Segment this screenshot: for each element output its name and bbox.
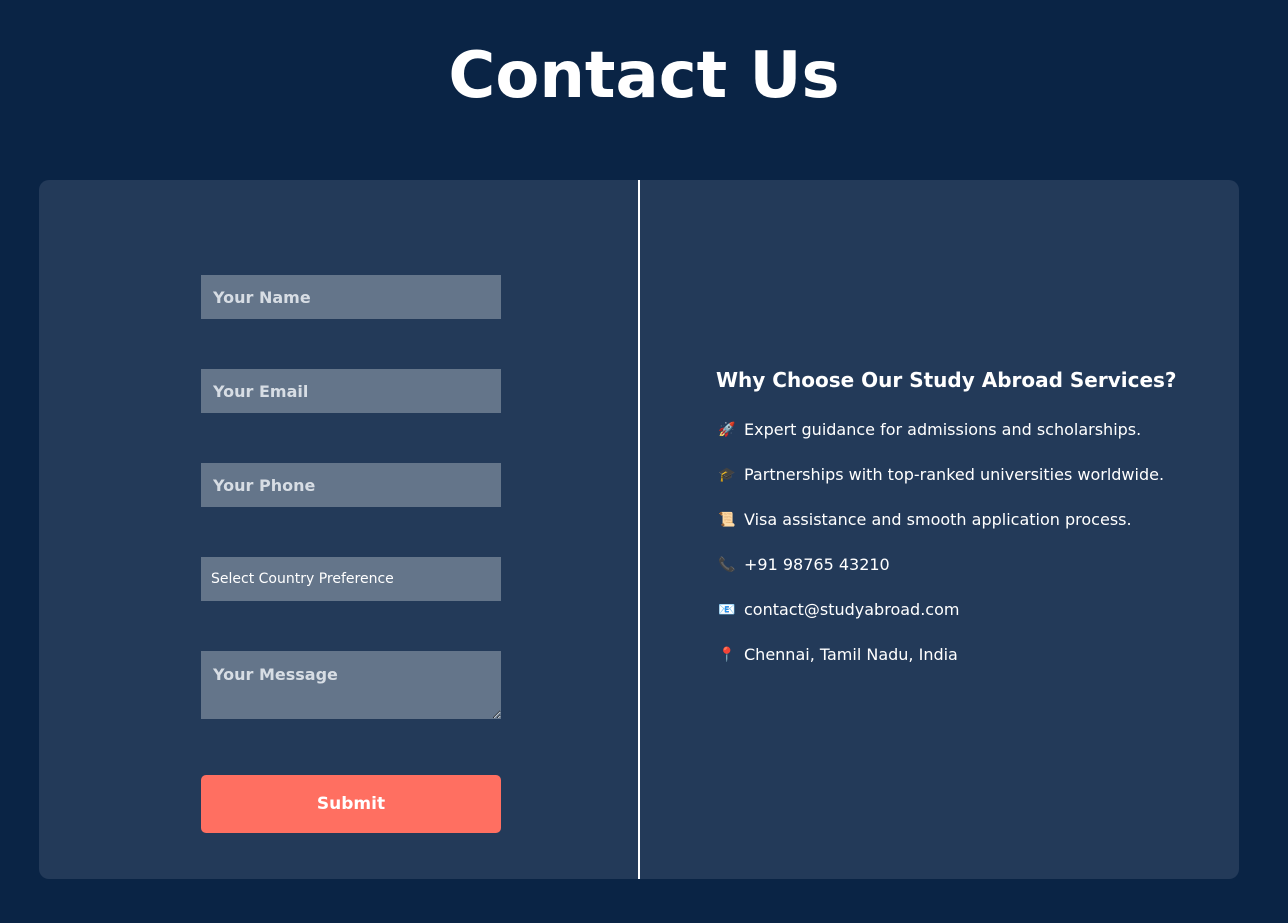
contact-email: contact@studyabroad.com <box>744 600 960 619</box>
info-item-text: Expert guidance for admissions and schol… <box>744 420 1142 439</box>
info-item-text: Partnerships with top-ranked universitie… <box>744 465 1165 484</box>
info-item-location: 📍 Chennai, Tamil Nadu, India <box>718 646 1164 691</box>
info-heading: Why Choose Our Study Abroad Services? <box>716 368 1177 392</box>
info-item-email: 📧 contact@studyabroad.com <box>718 601 1164 646</box>
rocket-icon: 🚀 <box>718 422 736 438</box>
message-textarea[interactable] <box>201 651 501 719</box>
info-panel: Why Choose Our Study Abroad Services? 🚀 … <box>716 366 1216 664</box>
email-input[interactable] <box>201 369 501 413</box>
location-pin-icon: 📍 <box>718 647 736 663</box>
graduation-cap-icon: 🎓 <box>718 467 736 483</box>
page-title: Contact Us <box>448 39 840 113</box>
name-input[interactable] <box>201 275 501 319</box>
column-divider <box>638 180 640 879</box>
submit-button[interactable]: Submit <box>201 775 501 833</box>
info-list: 🚀 Expert guidance for admissions and sch… <box>718 421 1164 691</box>
info-item-guidance: 🚀 Expert guidance for admissions and sch… <box>718 421 1164 466</box>
phone-icon: 📞 <box>718 557 736 573</box>
contact-form: Select Country Preference Submit <box>39 180 638 879</box>
contact-card: Select Country Preference Submit Why Cho… <box>39 180 1239 879</box>
info-item-text: Visa assistance and smooth application p… <box>744 510 1132 529</box>
contact-phone: +91 98765 43210 <box>744 555 890 574</box>
contact-location: Chennai, Tamil Nadu, India <box>744 645 958 664</box>
scroll-icon: 📜 <box>718 512 736 528</box>
country-preference-select[interactable]: Select Country Preference <box>201 557 501 601</box>
email-icon: 📧 <box>718 602 736 618</box>
info-item-visa: 📜 Visa assistance and smooth application… <box>718 511 1164 556</box>
info-item-phone: 📞 +91 98765 43210 <box>718 556 1164 601</box>
phone-input[interactable] <box>201 463 501 507</box>
info-item-partnerships: 🎓 Partnerships with top-ranked universit… <box>718 466 1164 511</box>
